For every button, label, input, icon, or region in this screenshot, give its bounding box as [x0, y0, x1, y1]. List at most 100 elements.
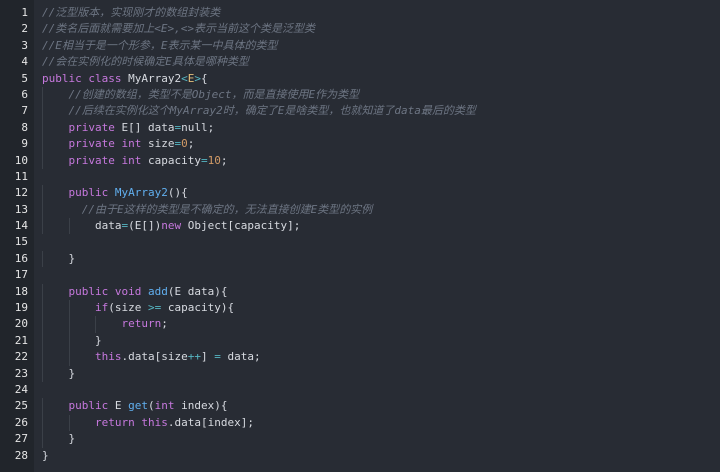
- code-token-plain: size: [147, 137, 175, 151]
- line-number: 7: [21, 104, 28, 118]
- code-token-plain: }: [42, 448, 49, 462]
- code-token-plain: (E data){: [167, 284, 228, 298]
- code-line: 4 //会在实例化的时候确定E具体是哪种类型: [0, 54, 720, 70]
- code-line: 10 private int capacity=10;: [0, 152, 720, 169]
- line-number: 2: [21, 22, 28, 36]
- code-token-plain: (E[]): [128, 219, 162, 233]
- code-token-keyword: void: [114, 284, 148, 298]
- code-token-plain: ]: [200, 350, 215, 364]
- code-text: public E get(int index){: [42, 398, 228, 414]
- code-token-keyword: public: [42, 71, 89, 85]
- code-token-comment: //类名后面就需要加上<E>,<>表示当前这个类是泛型类: [42, 22, 315, 36]
- code-line: 28}: [0, 448, 720, 464]
- code-token-keyword: if: [94, 301, 109, 315]
- code-token-plain: ;: [161, 317, 168, 331]
- code-token-plain: index){: [181, 399, 228, 413]
- code-token-plain: .data[index];: [167, 415, 254, 429]
- line-number: 13: [14, 202, 28, 216]
- code-token-keyword: public: [68, 399, 115, 413]
- code-token-comment: //创建的数组，类型不是Object，而是直接使用E作为类型: [68, 87, 360, 101]
- code-text: //泛型版本，实现刚才的数组封装类: [42, 5, 220, 21]
- code-token-keyword: private: [68, 137, 122, 151]
- code-token-plain: capacity: [147, 153, 201, 167]
- line-number: 28: [14, 448, 28, 462]
- code-token-operator: =: [214, 350, 221, 364]
- code-token-keyword: return: [94, 415, 142, 429]
- code-text: }: [42, 251, 76, 267]
- code-token-plain: E[] data: [121, 120, 175, 134]
- code-token-keyword: new: [161, 219, 188, 233]
- code-token-keyword: class: [88, 71, 129, 85]
- code-token-function: MyArray2: [114, 186, 168, 200]
- code-text: }: [42, 333, 102, 349]
- code-token-operator: >=: [147, 301, 162, 315]
- line-number: 22: [14, 350, 28, 364]
- code-token-plain: (size: [108, 301, 148, 315]
- code-token-plain: capacity){: [161, 301, 235, 315]
- code-line: 15: [0, 234, 720, 250]
- code-line: 5 public class MyArray2<E>{: [0, 71, 720, 87]
- code-token-plain: {: [200, 71, 208, 85]
- line-number: 21: [14, 333, 28, 347]
- line-number: 18: [14, 284, 28, 298]
- code-token-plain: (){: [167, 186, 188, 200]
- code-token-function: add: [147, 284, 168, 298]
- code-text: public void add(E data){: [42, 284, 228, 300]
- code-token-function: get: [128, 399, 148, 413]
- line-number: 10: [14, 153, 28, 167]
- code-line: 2 //类名后面就需要加上<E>,<>表示当前这个类是泛型类: [0, 21, 720, 37]
- code-line: 26 return this.data[index];: [0, 414, 720, 432]
- code-token-plain: Object[capacity];: [187, 219, 301, 233]
- code-token-plain: }: [68, 432, 76, 446]
- code-text: //E相当于是一个形参，E表示某一中具体的类型: [42, 38, 278, 54]
- code-text: public MyArray2(){: [42, 185, 188, 201]
- code-token-plain: (: [147, 399, 155, 413]
- code-token-keyword: public: [68, 186, 115, 200]
- code-line: 20 return;: [0, 316, 720, 333]
- code-editor[interactable]: 1 //泛型版本，实现刚才的数组封装类 2 //类名后面就需要加上<E>,<>表示当前…: [0, 0, 720, 472]
- code-line: 17: [0, 267, 720, 283]
- code-text: public class MyArray2<E>{: [42, 71, 208, 87]
- code-token-comment: //后续在实例化这个MyArray2时，确定了E是啥类型，也就知道了data最后…: [68, 104, 476, 118]
- code-token-operator: ++: [187, 350, 201, 364]
- code-token-number: 10: [207, 153, 221, 167]
- code-token-keyword: return: [121, 317, 162, 331]
- code-text: return;: [42, 316, 168, 332]
- code-text: data=(E[])new Object[capacity];: [42, 218, 300, 234]
- code-token-keyword: int: [121, 153, 148, 167]
- code-line: 12 public MyArray2(){: [0, 185, 720, 202]
- line-number: 11: [14, 169, 28, 183]
- code-text: private E[] data=null;: [42, 120, 215, 136]
- code-line: 3 //E相当于是一个形参，E表示某一中具体的类型: [0, 38, 720, 54]
- code-text: //后续在实例化这个MyArray2时，确定了E是啥类型，也就知道了data最后…: [42, 103, 476, 119]
- line-number: 4: [21, 55, 28, 69]
- line-number: 16: [14, 251, 28, 265]
- code-line: 25 public E get(int index){: [0, 398, 720, 415]
- code-text: private int capacity=10;: [42, 153, 228, 169]
- code-line: 27 }: [0, 431, 720, 448]
- code-line: 6 //创建的数组，类型不是Object，而是直接使用E作为类型: [0, 86, 720, 104]
- line-number: 6: [21, 87, 28, 101]
- code-token-keyword: this: [141, 415, 168, 429]
- code-text: }: [42, 366, 76, 382]
- code-area[interactable]: 1 //泛型版本，实现刚才的数组封装类 2 //类名后面就需要加上<E>,<>表示当前…: [0, 5, 720, 464]
- code-token-comment: //会在实例化的时候确定E具体是哪种类型: [42, 55, 249, 69]
- code-token-plain: ;: [207, 120, 215, 134]
- line-number: 1: [21, 6, 28, 19]
- line-number: 24: [14, 382, 28, 396]
- code-line: 16 }: [0, 250, 720, 268]
- code-text: //会在实例化的时候确定E具体是哪种类型: [42, 54, 249, 70]
- line-number: 3: [21, 38, 28, 52]
